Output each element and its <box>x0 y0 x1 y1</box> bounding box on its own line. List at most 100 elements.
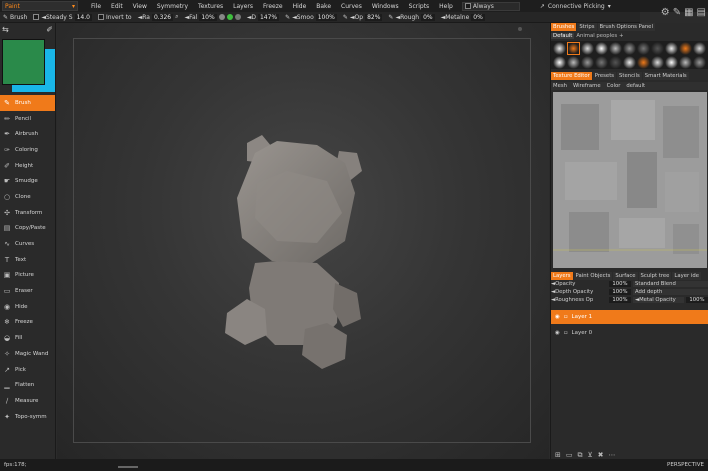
invert[interactable]: Invert to <box>95 14 135 21</box>
tool-text[interactable]: T Text <box>0 252 55 268</box>
tool-picture[interactable]: ▣ Picture <box>0 268 55 284</box>
tool-curves[interactable]: ∿ Curves <box>0 236 55 252</box>
tab-layer-ide[interactable]: Layer ide <box>672 272 701 280</box>
add-brush-set-button[interactable]: + <box>619 33 623 39</box>
brush-thumbnail[interactable] <box>623 56 636 69</box>
menu-hide[interactable]: Hide <box>288 3 312 10</box>
always-dropdown[interactable]: Always <box>461 1 520 11</box>
smooth-value[interactable]: 100% <box>315 13 337 21</box>
viewport-scroll-indicator[interactable] <box>118 466 138 468</box>
tool-freeze[interactable]: ❄ Freeze <box>0 315 55 331</box>
brush-thumbnail[interactable] <box>679 42 692 55</box>
tool-measure[interactable]: ∕ Measure <box>0 393 55 409</box>
tab-stencils[interactable]: Stencils <box>617 72 642 80</box>
brush-thumbnail[interactable] <box>637 56 650 69</box>
always-checkbox[interactable] <box>464 3 471 9</box>
tool-smudge[interactable]: ☛ Smudge <box>0 173 55 189</box>
brush-thumbnail[interactable] <box>665 42 678 55</box>
primary-color-swatch[interactable] <box>2 39 45 85</box>
steady-checkbox[interactable] <box>33 14 40 20</box>
menu-help[interactable]: Help <box>434 3 458 10</box>
grid-icon[interactable]: ▦ <box>684 7 693 18</box>
opacity-slider[interactable]: ✎ ◄Op 82% <box>340 13 386 21</box>
brush-thumbnail[interactable] <box>693 42 706 55</box>
tab-layers[interactable]: Layers <box>551 272 573 280</box>
connective-picking-dropdown[interactable]: ↗ Connective Picking ▾ <box>540 3 611 10</box>
brush-thumbnail[interactable] <box>637 42 650 55</box>
tool-pencil[interactable]: ✏ Pencil <box>0 111 55 127</box>
layer-item[interactable]: ◉ ▫ Layer 0 <box>551 326 708 340</box>
tool-topo-symm[interactable]: ✦ Topo-symm <box>0 409 55 425</box>
tool-fill[interactable]: ◒ Fill <box>0 330 55 346</box>
lock-icon[interactable]: ▫ <box>564 330 568 336</box>
brush-thumbnail[interactable] <box>679 56 692 69</box>
menu-scripts[interactable]: Scripts <box>404 3 435 10</box>
brush-thumbnail[interactable] <box>623 42 636 55</box>
current-tool[interactable]: ✎ Brush <box>0 14 30 21</box>
brush-thumbnail[interactable] <box>609 56 622 69</box>
roughness-opacity-value[interactable]: 100% <box>609 297 631 303</box>
view-mode[interactable]: PERSPECTIVE <box>667 462 704 468</box>
depth-slider[interactable]: ◄D 147% <box>244 13 282 21</box>
roughness-value[interactable]: 0% <box>421 13 435 21</box>
lock-icon[interactable]: ▫ <box>564 314 568 320</box>
depth-opacity-value[interactable]: 100% <box>609 289 631 295</box>
layer-opacity-value[interactable]: 100% <box>609 281 631 287</box>
layout-icon[interactable]: ▤ <box>697 7 706 18</box>
metal-opacity-value[interactable]: 100% <box>686 297 708 303</box>
texture-mode-select[interactable]: Wireframe <box>571 83 603 89</box>
menu-file[interactable]: File <box>86 3 106 10</box>
sphere-icon[interactable] <box>234 14 241 20</box>
brush-set-default[interactable]: Default <box>551 33 575 39</box>
tool-magic-wand[interactable]: ✧ Magic Wand <box>0 346 55 362</box>
tab-presets[interactable]: Presets <box>592 72 617 80</box>
falloff-slider[interactable]: ◄Fal 10% <box>182 13 244 21</box>
brush-thumbnail[interactable] <box>595 56 608 69</box>
texture-channel-select[interactable]: Color <box>605 83 623 89</box>
radius-slider[interactable]: ◄Ra 0.326 ⌕ <box>135 13 182 21</box>
magnifier-icon[interactable]: ⌕ <box>175 13 178 21</box>
tool-height[interactable]: ✐ Height <box>0 158 55 174</box>
settings-icon[interactable]: ⚙ <box>661 7 670 18</box>
smooth-slider[interactable]: ✎ ◄Smoo 100% <box>282 13 340 21</box>
menu-symmetry[interactable]: Symmetry <box>152 3 193 10</box>
tool-flatten[interactable]: ▁ Flatten <box>0 377 55 393</box>
brush-thumbnail[interactable] <box>651 56 664 69</box>
tab-strips[interactable]: Strips <box>577 23 597 31</box>
tool-eraser[interactable]: ▭ Eraser <box>0 283 55 299</box>
tool-hide[interactable]: ◉ Hide <box>0 299 55 315</box>
depth-value[interactable]: 147% <box>257 13 280 21</box>
brush-thumbnail[interactable] <box>665 56 678 69</box>
uv-texture-canvas[interactable] <box>553 92 707 268</box>
brush-thumbnail[interactable] <box>693 56 706 69</box>
depth-opacity-row[interactable]: ◄Depth Opacity 100% Add depth <box>551 288 708 296</box>
tab-texture-editor[interactable]: Texture Editor <box>551 72 592 80</box>
menu-layers[interactable]: Layers <box>228 3 258 10</box>
brush-thumbnail[interactable] <box>567 42 580 55</box>
brush-thumbnail[interactable] <box>609 42 622 55</box>
depth-mode-select[interactable]: Add depth <box>633 289 708 295</box>
opacity-row[interactable]: ◄Opacity 100% Standard Blend <box>551 280 708 288</box>
tab-paint-objects[interactable]: Paint Objects <box>573 272 613 280</box>
tab-brushes[interactable]: Brushes <box>551 23 577 31</box>
eyedropper-icon[interactable]: ✐ <box>46 25 53 34</box>
tool-clone[interactable]: ○ Clone <box>0 189 55 205</box>
eye-icon[interactable]: ◉ <box>555 314 560 320</box>
3d-viewport[interactable] <box>57 23 549 459</box>
metalness-value[interactable]: 0% <box>471 13 485 21</box>
tab-brush-options[interactable]: Brush Options Panel <box>597 23 655 31</box>
brush-thumbnail[interactable] <box>651 42 664 55</box>
brush-thumbnail[interactable] <box>553 42 566 55</box>
tab-surface[interactable]: Surface <box>613 272 638 280</box>
sphere-icon[interactable] <box>218 14 225 20</box>
brush-icon[interactable]: ✎ <box>673 7 681 18</box>
steady-stroke[interactable]: ◄Steady S 14.0 <box>30 13 95 21</box>
metalness-slider[interactable]: ◄Metalne 0% <box>438 13 488 21</box>
tab-smart-materials[interactable]: Smart Materials <box>642 72 689 80</box>
brush-thumbnail[interactable] <box>581 56 594 69</box>
menu-freeze[interactable]: Freeze <box>258 3 288 10</box>
brush-thumbnail[interactable] <box>595 42 608 55</box>
brush-set-animal[interactable]: Animal peoples <box>576 33 617 39</box>
menu-edit[interactable]: Edit <box>106 3 128 10</box>
steady-value[interactable]: 14.0 <box>74 13 92 21</box>
